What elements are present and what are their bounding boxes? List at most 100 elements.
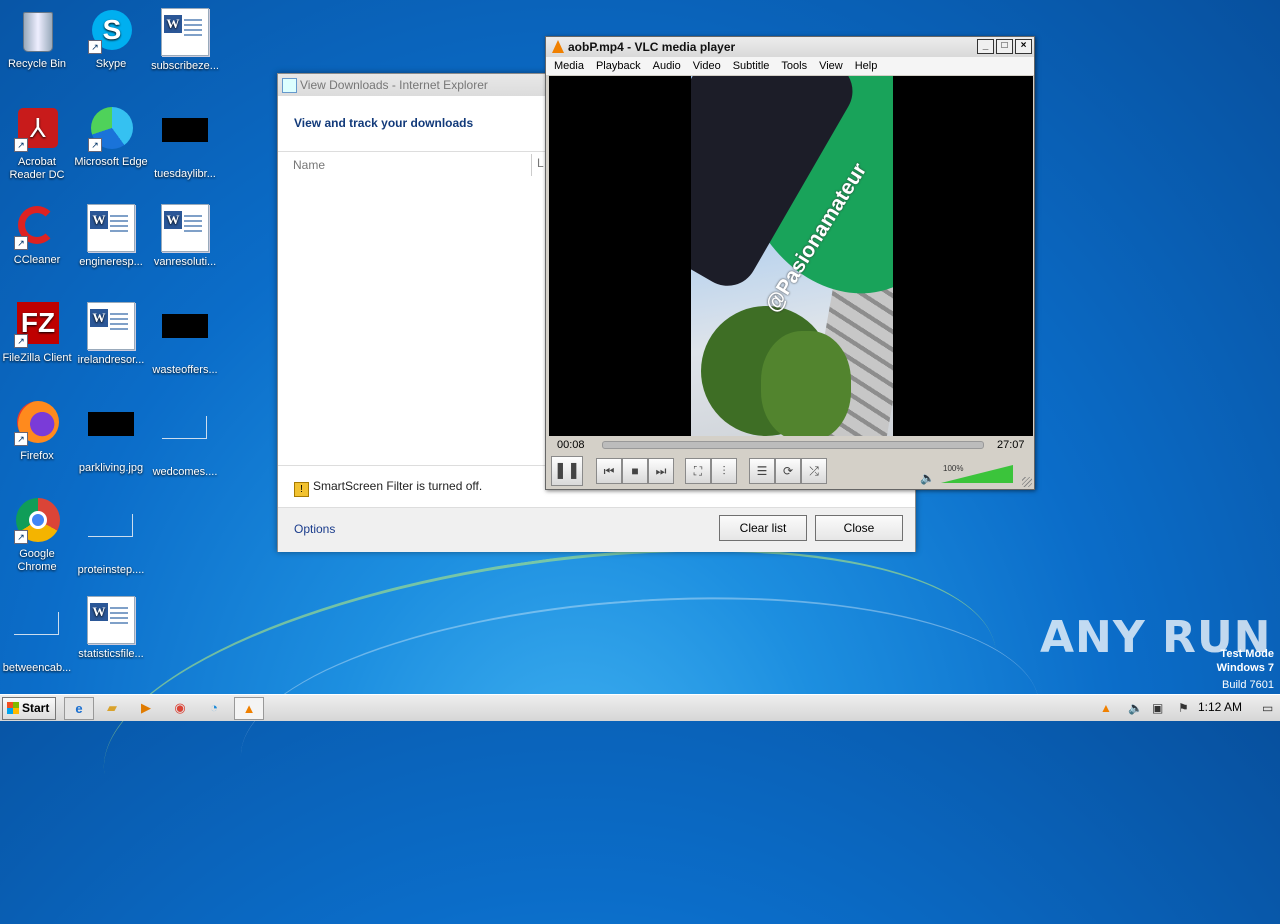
desktop-icon-wedcomes[interactable]: wedcomes.... [148,400,222,479]
desktop-icon-betweencab[interactable]: betweencab... [0,596,74,675]
loop-icon: ⟳ [782,464,794,478]
menu-view[interactable]: View [813,57,849,75]
test-mode-label: Test Mode [1220,648,1274,660]
desktop-icon-ccleaner[interactable]: ↗ CCleaner [0,204,74,267]
menu-tools[interactable]: Tools [775,57,813,75]
playlist-button[interactable]: ☰ [749,458,775,484]
downloads-heading: View and track your downloads [294,116,474,130]
maximize-button[interactable]: □ [996,39,1013,54]
acrobat-icon: ⅄ ↗ [14,106,60,152]
ie-window-icon [282,78,297,93]
taskbar: Start e ▰ ▶ ◉ ◔ ▲ ▲ 🔈 ▣ ⚑ 1:12 AM ▭ [0,694,1280,721]
image-file-icon [162,314,208,360]
taskbar-ie[interactable]: e [64,697,94,720]
word-document-icon [87,596,135,644]
close-window-button[interactable]: × [1015,39,1032,54]
desktop-icon-proteinstep[interactable]: proteinstep.... [74,498,148,577]
taskbar-clock[interactable]: 1:12 AM [1198,700,1242,714]
ie-window-title: View Downloads - Internet Explorer [300,78,488,92]
taskbar-chrome[interactable]: ◉ [166,697,194,718]
tray-network-icon[interactable]: ▣ [1152,699,1163,717]
options-link[interactable]: Options [294,522,335,536]
start-button[interactable]: Start [2,697,56,720]
speaker-icon[interactable]: 🔈 [920,471,935,485]
desktop-icon-subscribeze[interactable]: subscribeze... [148,8,222,73]
start-label: Start [22,701,50,715]
taskbar-vlc[interactable]: ▲ [234,697,264,720]
menu-video[interactable]: Video [687,57,727,75]
tray-vlc-icon[interactable]: ▲ [1100,699,1112,717]
pause-button[interactable]: ❚❚ [551,456,583,486]
equalizer-icon: ⫶ [722,464,726,478]
chrome-icon: ↗ [14,498,60,544]
vlc-icon: ▲ [242,701,256,716]
volume-percent: 100% [943,464,964,473]
media-player-icon: ▶ [141,700,151,715]
edge-icon: ↗ [88,106,134,152]
word-document-icon [161,8,209,56]
vlc-window: aobP.mp4 - VLC media player _ □ × Media … [545,36,1035,490]
desktop-icon-statisticsfile[interactable]: statisticsfile... [74,596,148,661]
chrome-icon: ◉ [174,700,186,715]
warning-shield-icon: ! [294,482,309,497]
tray-flag-icon[interactable]: ⚑ [1178,699,1189,717]
playlist-icon: ☰ [756,464,768,478]
menu-audio[interactable]: Audio [647,57,687,75]
vlc-window-title: aobP.mp4 - VLC media player [568,40,736,54]
recycle-bin-icon [14,8,60,54]
desktop-icon-irelandresor[interactable]: irelandresor... [74,302,148,367]
next-button[interactable]: ⏭ [648,458,674,484]
stop-icon: ■ [631,464,639,478]
ccleaner-icon: ↗ [14,204,60,250]
desktop-icon-tuesdaylibr[interactable]: tuesdaylibr... [148,106,222,181]
desktop-icon-wasteoffers[interactable]: wasteoffers... [148,302,222,377]
image-file-icon [88,412,134,458]
menu-playback[interactable]: Playback [590,57,647,75]
vlc-title-bar[interactable]: aobP.mp4 - VLC media player _ □ × [546,37,1034,57]
image-file-icon [162,118,208,164]
menu-subtitle[interactable]: Subtitle [727,57,776,75]
column-header-name[interactable]: Name [278,151,561,178]
firefox-icon: ↗ [14,400,60,446]
blank-file-icon [88,514,134,560]
fullscreen-button[interactable]: ⛶ [685,458,711,484]
taskbar-explorer[interactable]: ▰ [98,697,126,718]
stop-button[interactable]: ■ [622,458,648,484]
desktop-icon-engineresp[interactable]: engineresp... [74,204,148,269]
shuffle-button[interactable]: ⤮ [801,458,827,484]
tray-volume-icon[interactable]: 🔈 [1128,699,1143,717]
word-document-icon [161,204,209,252]
extended-settings-button[interactable]: ⫶ [711,458,737,484]
vlc-menu-bar: Media Playback Audio Video Subtitle Tool… [546,57,1034,75]
word-document-icon [87,204,135,252]
previous-button[interactable]: ⏮ [596,458,622,484]
taskbar-edge[interactable]: ◔ [200,697,228,718]
desktop-icon-recycle-bin[interactable]: Recycle Bin [0,8,74,71]
menu-help[interactable]: Help [849,57,884,75]
desktop-icon-vanresoluti[interactable]: vanresoluti... [148,204,222,269]
loop-button[interactable]: ⟳ [775,458,801,484]
taskbar-media-player[interactable]: ▶ [132,697,160,718]
show-desktop-icon[interactable]: ▭ [1262,699,1273,717]
close-button[interactable]: Close [815,515,903,541]
vlc-cone-icon [552,40,564,53]
seek-bar[interactable] [602,441,984,449]
clear-list-button[interactable]: Clear list [719,515,807,541]
video-area[interactable]: @Pasionamateur [549,76,1033,436]
total-time[interactable]: 27:07 [997,439,1025,451]
desktop-icon-edge[interactable]: ↗ Microsoft Edge [74,106,148,169]
column-separator[interactable] [531,154,532,176]
desktop-icon-parkliving[interactable]: parkliving.jpg [74,400,148,475]
skype-icon: S ↗ [88,8,134,54]
desktop-icon-filezilla[interactable]: FZ ↗ FileZilla Client [0,302,74,365]
next-icon: ⏭ [655,464,667,478]
column-header-location[interactable]: L [537,156,544,170]
resize-grip[interactable] [1022,477,1032,487]
menu-media[interactable]: Media [548,57,590,75]
desktop-icon-acrobat[interactable]: ⅄ ↗ Acrobat Reader DC [0,106,74,182]
desktop-icon-skype[interactable]: S ↗ Skype [74,8,148,71]
video-frame: @Pasionamateur [691,76,893,436]
desktop-icon-firefox[interactable]: ↗ Firefox [0,400,74,463]
minimize-button[interactable]: _ [977,39,994,54]
desktop-icon-chrome[interactable]: ↗ Google Chrome [0,498,74,574]
